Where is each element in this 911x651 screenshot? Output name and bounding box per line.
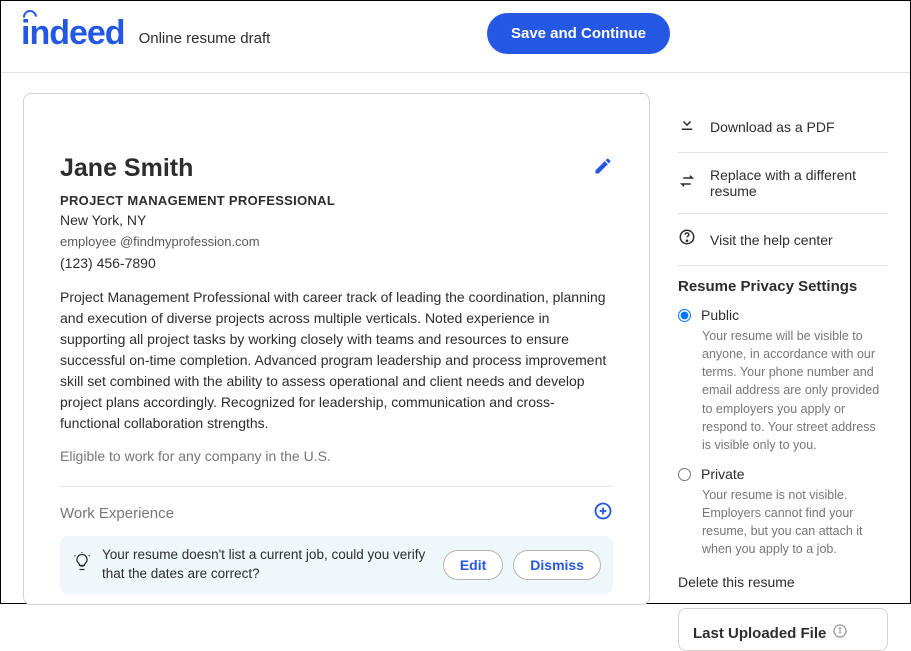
indeed-logo[interactable]: indeed xyxy=(21,14,125,53)
notice-banner: Your resume doesn't list a current job, … xyxy=(60,536,613,594)
private-label: Private xyxy=(701,466,745,482)
replace-resume-link[interactable]: Replace with a different resume xyxy=(678,153,888,214)
resume-title: PROJECT MANAGEMENT PROFESSIONAL xyxy=(60,193,613,208)
lightbulb-icon xyxy=(72,552,92,577)
resume-eligibility: Eligible to work for any company in the … xyxy=(60,448,613,464)
privacy-heading: Resume Privacy Settings xyxy=(678,278,888,295)
resume-summary: Project Management Professional with car… xyxy=(60,287,613,434)
section-work-experience: Work Experience xyxy=(60,505,174,522)
save-continue-button[interactable]: Save and Continue xyxy=(487,13,670,54)
radio-private[interactable] xyxy=(678,468,691,481)
last-uploaded-card: Last Uploaded File xyxy=(678,608,888,651)
public-desc: Your resume will be visible to anyone, i… xyxy=(702,327,888,454)
edit-button[interactable]: Edit xyxy=(443,550,503,580)
resume-email: employee @findmyprofession.com xyxy=(60,234,613,249)
delete-resume-link[interactable]: Delete this resume xyxy=(678,574,888,590)
replace-label: Replace with a different resume xyxy=(710,167,888,199)
page-subtitle: Online resume draft xyxy=(139,20,271,47)
private-desc: Your resume is not visible. Employers ca… xyxy=(702,486,888,559)
help-label: Visit the help center xyxy=(710,232,833,248)
resume-phone: (123) 456-7890 xyxy=(60,255,613,271)
resume-name: Jane Smith xyxy=(60,154,193,183)
download-icon xyxy=(678,115,696,138)
dismiss-button[interactable]: Dismiss xyxy=(513,550,601,580)
radio-public[interactable] xyxy=(678,309,691,322)
help-icon xyxy=(678,228,696,251)
swap-icon xyxy=(678,172,696,195)
resume-location: New York, NY xyxy=(60,212,613,228)
download-label: Download as a PDF xyxy=(710,119,835,135)
notice-text: Your resume doesn't list a current job, … xyxy=(102,546,433,584)
resume-card: Jane Smith PROJECT MANAGEMENT PROFESSION… xyxy=(23,93,650,605)
info-icon[interactable] xyxy=(832,623,848,644)
public-label: Public xyxy=(701,307,739,323)
pencil-icon[interactable] xyxy=(593,156,613,181)
plus-circle-icon[interactable] xyxy=(593,501,613,526)
last-uploaded-title: Last Uploaded File xyxy=(693,625,826,642)
download-pdf-link[interactable]: Download as a PDF xyxy=(678,101,888,153)
help-center-link[interactable]: Visit the help center xyxy=(678,214,888,266)
